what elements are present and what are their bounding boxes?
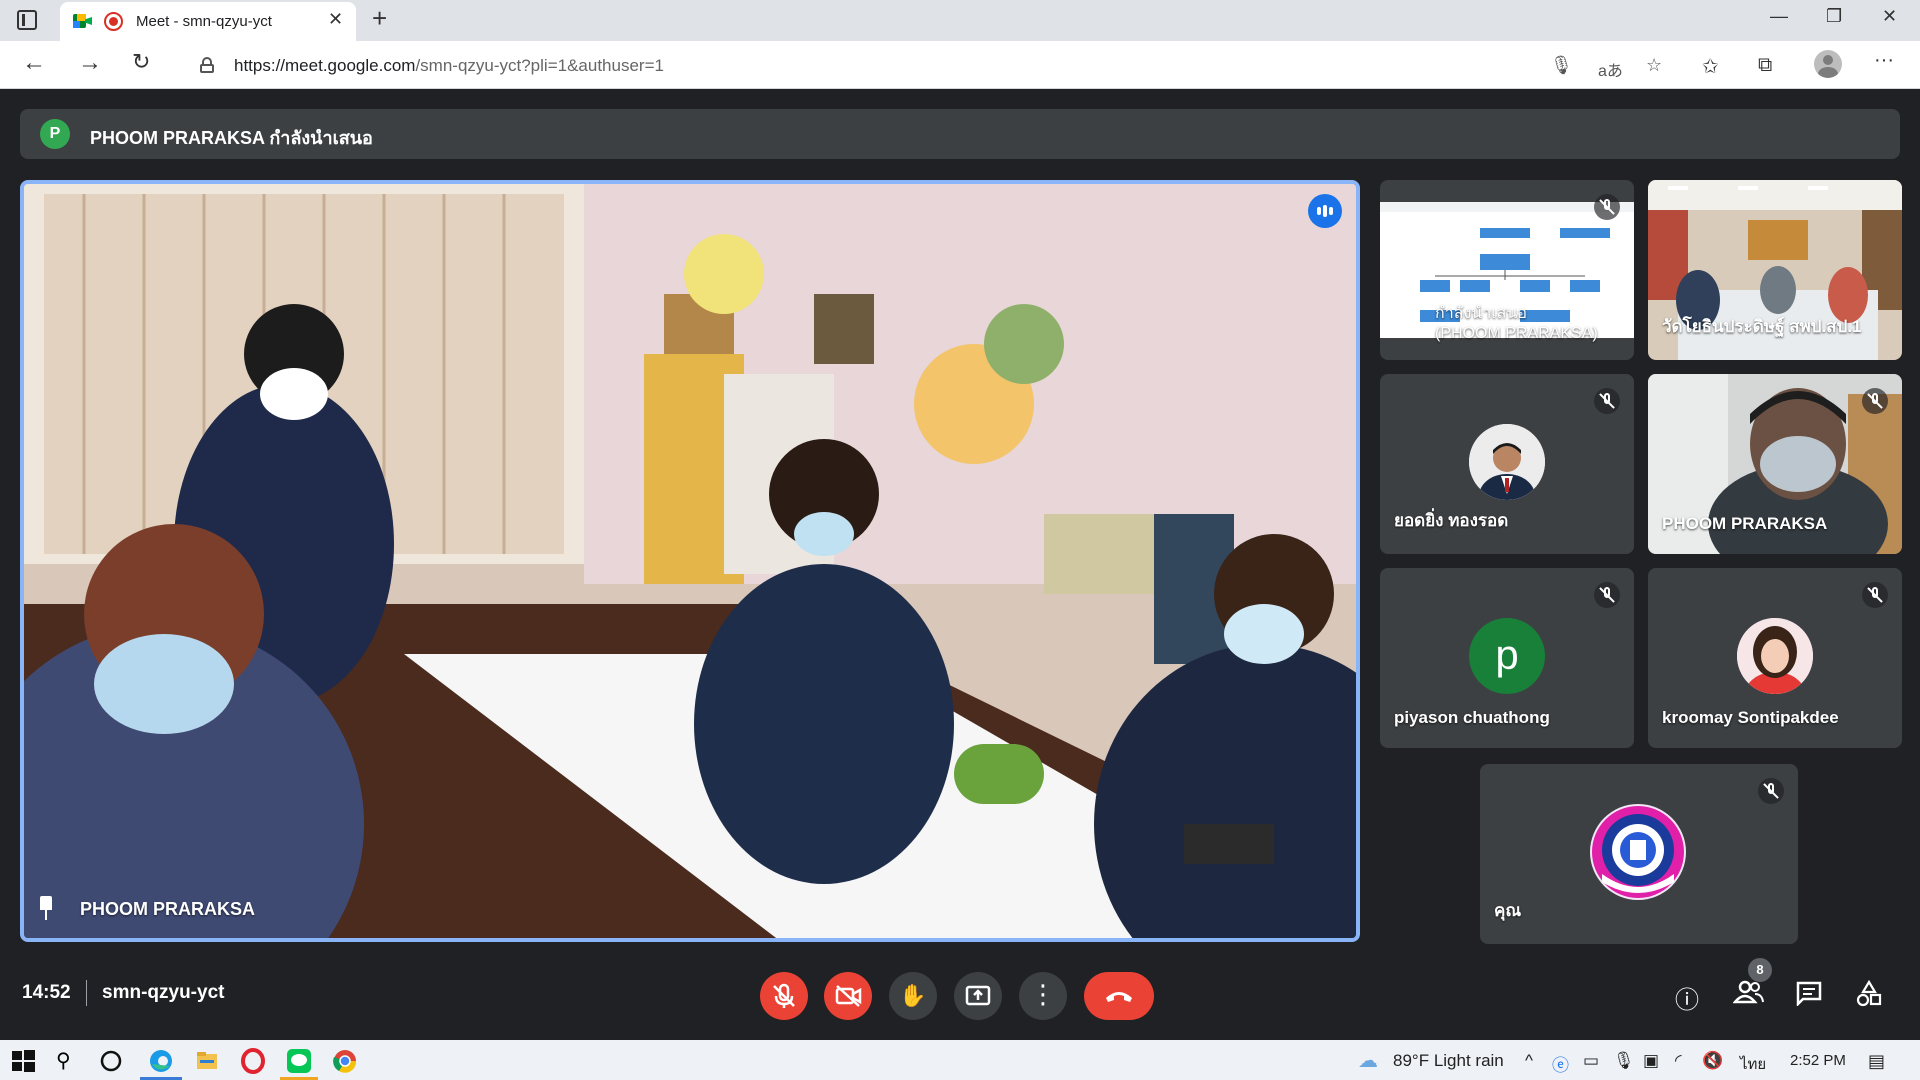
muted-mic-icon — [1862, 582, 1888, 608]
browser-tab-meet[interactable]: Meet - smn-qzyu-yct ✕ — [60, 2, 356, 41]
participant-tile-kroomay[interactable]: kroomay Sontipakdee — [1648, 568, 1902, 748]
more-menu-icon[interactable]: ··· — [1874, 49, 1894, 72]
notifications-icon[interactable]: ▤ — [1868, 1051, 1885, 1072]
participant-name: วัดโยธินประดิษฐ์ สพป.สป.1 — [1662, 317, 1862, 336]
input-language[interactable]: ไทย — [1740, 1052, 1766, 1076]
edge-browser-icon[interactable] — [148, 1048, 174, 1074]
presenting-banner: P PHOOM PRARAKSA กำลังนำเสนอ — [20, 109, 1900, 159]
participant-name: kroomay Sontipakdee — [1662, 708, 1839, 727]
muted-mic-icon — [1594, 582, 1620, 608]
reload-icon[interactable]: ↻ — [132, 49, 150, 75]
chat-icon[interactable] — [1795, 980, 1823, 1006]
add-favorite-star-icon[interactable]: ☆ — [1646, 55, 1662, 76]
meeting-code: smn-qzyu-yct — [102, 982, 225, 1003]
minimize-window-icon[interactable]: — — [1770, 6, 1788, 27]
meet-tray-icon[interactable]: ⓔ — [1552, 1051, 1569, 1076]
participant-tile-school[interactable]: วัดโยธินประดิษฐ์ สพป.สป.1 — [1648, 180, 1902, 360]
presenter-avatar: P — [40, 119, 70, 149]
presenting-text: PHOOM PRARAKSA กำลังนำเสนอ — [90, 128, 373, 148]
meeting-details-icon[interactable]: ⓘ — [1675, 980, 1699, 1015]
participant-name: กำลังนำเสนอ (PHOOM PRARAKSA) — [1435, 305, 1598, 342]
camera-off-icon — [835, 985, 862, 1007]
raise-hand-icon: ✋ — [899, 983, 927, 1008]
muted-mic-icon — [1862, 388, 1888, 414]
taskbar-clock[interactable]: 2:52 PM — [1790, 1052, 1846, 1069]
main-video-tile[interactable]: PHOOM PRARAKSA — [20, 180, 1360, 942]
search-icon[interactable]: ⚲ — [56, 1048, 82, 1074]
battery-icon[interactable]: ▭ — [1583, 1051, 1599, 1071]
display-icon[interactable]: ▣ — [1643, 1051, 1659, 1071]
present-screen-icon — [965, 985, 991, 1006]
participant-count-badge: 8 — [1748, 958, 1772, 982]
participant-tile-self[interactable]: คุณ — [1480, 764, 1798, 944]
muted-mic-icon — [1594, 194, 1620, 220]
school-logo-avatar — [1590, 804, 1686, 900]
close-window-icon[interactable]: ✕ — [1882, 6, 1897, 27]
participant-tile-piyason[interactable]: p piyason chuathong — [1380, 568, 1634, 748]
chrome-browser-icon[interactable] — [332, 1048, 358, 1074]
show-hidden-icons-icon[interactable]: ^ — [1525, 1051, 1533, 1071]
address-bar[interactable]: https://meet.google.com/smn-qzyu-yct?pli… — [180, 46, 1680, 84]
participant-name: คุณ — [1494, 901, 1522, 920]
close-tab-icon[interactable]: ✕ — [328, 9, 343, 30]
microphone-search-icon[interactable]: 🎙 — [1550, 55, 1573, 76]
meeting-clock: 14:52 — [22, 982, 71, 1003]
meeting-room-video — [24, 184, 1356, 938]
favorites-icon[interactable]: ✩ — [1702, 54, 1719, 79]
participant-tile-yodying[interactable]: ยอดยิ่ง ทองรอด — [1380, 374, 1634, 554]
forward-arrow-icon[interactable]: → — [78, 49, 102, 77]
tab-actions-menu-icon[interactable] — [17, 10, 37, 30]
weather-text[interactable]: 89°F Light rain — [1393, 1051, 1504, 1071]
hang-up-icon — [1106, 992, 1132, 1002]
toggle-camera-button[interactable] — [824, 972, 872, 1020]
more-options-button[interactable]: ⋮ — [1019, 972, 1067, 1020]
browser-toolbar: ← → ↻ https://meet.google.com/smn-qzyu-y… — [0, 41, 1920, 89]
muted-mic-icon — [1594, 388, 1620, 414]
weather-icon[interactable]: ☁ — [1358, 1048, 1378, 1073]
raise-hand-button[interactable]: ✋ — [889, 972, 937, 1020]
wifi-icon[interactable]: ◜ — [1675, 1051, 1682, 1071]
participant-tile-presentation[interactable]: กำลังนำเสนอ (PHOOM PRARAKSA) — [1380, 180, 1634, 360]
activities-icon[interactable] — [1855, 980, 1883, 1008]
participant-photo-avatar — [1737, 618, 1813, 694]
profile-avatar[interactable] — [1814, 50, 1842, 78]
muted-mic-icon — [1758, 778, 1784, 804]
participant-name: PHOOM PRARAKSA — [1662, 514, 1828, 533]
speaking-indicator-icon — [1308, 194, 1342, 228]
recording-indicator-icon — [104, 12, 123, 31]
cortana-icon[interactable] — [98, 1048, 124, 1074]
read-aloud-icon[interactable]: aあ — [1598, 57, 1623, 81]
mic-off-icon — [773, 983, 795, 1008]
tab-title: Meet - smn-qzyu-yct — [136, 13, 272, 30]
opera-browser-icon[interactable] — [240, 1048, 266, 1074]
url-text: https://meet.google.com/smn-qzyu-yct?pli… — [234, 56, 664, 75]
divider — [86, 980, 87, 1006]
leave-call-button[interactable] — [1084, 972, 1154, 1020]
browser-tab-strip: Meet - smn-qzyu-yct ✕ + — ❐ ✕ — [0, 0, 1920, 41]
participant-name: ยอดยิ่ง ทองรอด — [1394, 511, 1509, 530]
file-explorer-icon[interactable] — [194, 1048, 220, 1074]
windows-taskbar: ⚲ ☁ 89°F Light rain ^ ⓔ ▭ 🎙 ▣ ◜ 🔇 ไทย 2:… — [0, 1040, 1920, 1080]
collections-icon[interactable]: ⧉ — [1758, 54, 1772, 77]
participant-tile-phoom[interactable]: PHOOM PRARAKSA — [1648, 374, 1902, 554]
speaker-muted-icon[interactable]: 🔇 — [1702, 1051, 1723, 1071]
toggle-microphone-button[interactable] — [760, 972, 808, 1020]
line-app-icon[interactable] — [286, 1048, 312, 1074]
present-screen-button[interactable] — [954, 972, 1002, 1020]
main-speaker-name: PHOOM PRARAKSA — [80, 899, 256, 919]
participant-photo-avatar — [1469, 424, 1545, 500]
more-vertical-icon: ⋮ — [1030, 979, 1056, 1009]
meeting-controls-bar: 14:52 smn-qzyu-yct ✋ ⋮ ⓘ — [0, 950, 1920, 1040]
participant-name: piyason chuathong — [1394, 708, 1550, 727]
new-tab-icon[interactable]: + — [372, 3, 387, 34]
participant-initial-avatar: p — [1469, 618, 1545, 694]
pin-icon[interactable] — [36, 896, 56, 920]
people-icon[interactable] — [1733, 978, 1765, 1006]
google-meet-favicon-icon — [73, 12, 93, 30]
lock-icon[interactable] — [200, 57, 214, 73]
back-arrow-icon[interactable]: ← — [22, 49, 46, 77]
microphone-tray-icon[interactable]: 🎙 — [1613, 1051, 1635, 1071]
maximize-window-icon[interactable]: ❐ — [1826, 6, 1842, 27]
windows-start-icon[interactable] — [10, 1048, 36, 1074]
